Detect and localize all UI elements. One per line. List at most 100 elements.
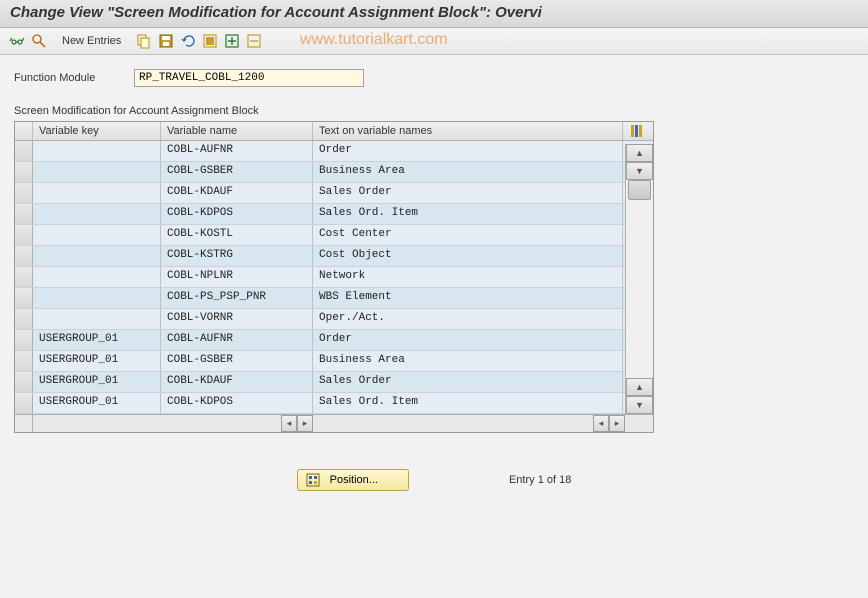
hscroll-left2-icon[interactable]: ◂ <box>593 415 609 432</box>
row-selector[interactable] <box>15 183 33 203</box>
cell-variable-name[interactable]: COBL-KOSTL <box>161 225 313 245</box>
cell-text[interactable]: Sales Ord. Item <box>313 393 623 413</box>
table-row[interactable]: COBL-KOSTLCost Center <box>15 225 653 246</box>
title-bar: Change View "Screen Modification for Acc… <box>0 0 868 28</box>
cell-variable-name[interactable]: COBL-PS_PSP_PNR <box>161 288 313 308</box>
table-row[interactable]: COBL-GSBERBusiness Area <box>15 162 653 183</box>
row-selector[interactable] <box>15 309 33 329</box>
row-selector[interactable] <box>15 162 33 182</box>
cell-variable-name[interactable]: COBL-KSTRG <box>161 246 313 266</box>
row-selector[interactable] <box>15 330 33 350</box>
function-module-input[interactable] <box>134 69 364 87</box>
cell-variable-name[interactable]: COBL-GSBER <box>161 351 313 371</box>
vertical-scrollbar[interactable]: ▲ ▼ ▲ ▼ <box>625 144 653 414</box>
cell-variable-name[interactable]: COBL-AUFNR <box>161 141 313 161</box>
cell-variable-name[interactable]: COBL-GSBER <box>161 162 313 182</box>
table-header: Variable key Variable name Text on varia… <box>15 122 653 141</box>
cell-variable-key[interactable] <box>33 183 161 203</box>
cell-variable-key[interactable] <box>33 246 161 266</box>
cell-text[interactable]: Network <box>313 267 623 287</box>
content-area: Function Module Screen Modification for … <box>0 55 868 505</box>
cell-variable-key[interactable] <box>33 204 161 224</box>
table-row[interactable]: COBL-PS_PSP_PNRWBS Element <box>15 288 653 309</box>
scroll-down-icon[interactable]: ▼ <box>626 162 653 180</box>
col-variable-key[interactable]: Variable key <box>33 122 161 140</box>
glasses-icon[interactable] <box>8 32 26 50</box>
hscroll-right2-icon[interactable]: ▸ <box>609 415 625 432</box>
col-variable-name[interactable]: Variable name <box>161 122 313 140</box>
table-row[interactable]: USERGROUP_01COBL-GSBERBusiness Area <box>15 351 653 372</box>
cell-variable-key[interactable] <box>33 288 161 308</box>
table-row[interactable]: COBL-AUFNROrder <box>15 141 653 162</box>
save-icon[interactable] <box>157 32 175 50</box>
cell-text[interactable]: Cost Object <box>313 246 623 266</box>
cell-text[interactable]: Sales Order <box>313 372 623 392</box>
cell-variable-name[interactable]: COBL-KDAUF <box>161 372 313 392</box>
row-selector[interactable] <box>15 288 33 308</box>
cell-text[interactable]: Sales Order <box>313 183 623 203</box>
cell-variable-name[interactable]: COBL-AUFNR <box>161 330 313 350</box>
row-selector[interactable] <box>15 141 33 161</box>
cell-variable-key[interactable]: USERGROUP_01 <box>33 351 161 371</box>
configure-columns-icon[interactable] <box>623 122 651 140</box>
cell-text[interactable]: Business Area <box>313 351 623 371</box>
cell-variable-key[interactable] <box>33 225 161 245</box>
scroll-track[interactable] <box>626 180 653 378</box>
select-all-icon[interactable] <box>201 32 219 50</box>
cell-variable-key[interactable] <box>33 267 161 287</box>
scroll-up-bottom-icon[interactable]: ▲ <box>626 378 653 396</box>
cell-variable-key[interactable]: USERGROUP_01 <box>33 372 161 392</box>
col-text[interactable]: Text on variable names <box>313 122 623 140</box>
select-all-column[interactable] <box>15 122 33 140</box>
table-row[interactable]: COBL-VORNROper./Act. <box>15 309 653 330</box>
cell-text[interactable]: WBS Element <box>313 288 623 308</box>
collapse-icon[interactable] <box>245 32 263 50</box>
table-row[interactable]: COBL-KSTRGCost Object <box>15 246 653 267</box>
cell-variable-key[interactable]: USERGROUP_01 <box>33 393 161 413</box>
new-entries-button[interactable]: New Entries <box>56 33 127 49</box>
table-row[interactable]: COBL-KDPOSSales Ord. Item <box>15 204 653 225</box>
row-selector[interactable] <box>15 372 33 392</box>
scroll-up-icon[interactable]: ▲ <box>626 144 653 162</box>
cell-variable-name[interactable]: COBL-NPLNR <box>161 267 313 287</box>
copy-icon[interactable] <box>135 32 153 50</box>
row-selector[interactable] <box>15 204 33 224</box>
find-icon[interactable] <box>30 32 48 50</box>
position-button[interactable]: Position... <box>297 469 409 491</box>
page-title: Change View "Screen Modification for Acc… <box>10 4 542 21</box>
table-row[interactable]: USERGROUP_01COBL-AUFNROrder <box>15 330 653 351</box>
cell-variable-key[interactable]: USERGROUP_01 <box>33 330 161 350</box>
cell-text[interactable]: Cost Center <box>313 225 623 245</box>
undo-icon[interactable] <box>179 32 197 50</box>
cell-variable-name[interactable]: COBL-VORNR <box>161 309 313 329</box>
row-selector[interactable] <box>15 225 33 245</box>
scroll-thumb[interactable] <box>628 180 651 200</box>
cell-text[interactable]: Business Area <box>313 162 623 182</box>
table-title: Screen Modification for Account Assignme… <box>14 105 854 117</box>
table-row[interactable]: USERGROUP_01COBL-KDPOSSales Ord. Item <box>15 393 653 414</box>
hscroll-left-icon[interactable]: ◂ <box>281 415 297 432</box>
cell-text[interactable]: Sales Ord. Item <box>313 204 623 224</box>
table-row[interactable]: COBL-NPLNRNetwork <box>15 267 653 288</box>
row-selector[interactable] <box>15 267 33 287</box>
row-selector[interactable] <box>15 393 33 413</box>
table-row[interactable]: COBL-KDAUFSales Order <box>15 183 653 204</box>
cell-variable-key[interactable] <box>33 162 161 182</box>
table-body: COBL-AUFNROrderCOBL-GSBERBusiness AreaCO… <box>15 141 653 414</box>
row-selector[interactable] <box>15 351 33 371</box>
expand-icon[interactable] <box>223 32 241 50</box>
cell-variable-key[interactable] <box>33 309 161 329</box>
cell-variable-name[interactable]: COBL-KDPOS <box>161 393 313 413</box>
scroll-down-bottom-icon[interactable]: ▼ <box>626 396 653 414</box>
table-row[interactable]: USERGROUP_01COBL-KDAUFSales Order <box>15 372 653 393</box>
cell-variable-name[interactable]: COBL-KDAUF <box>161 183 313 203</box>
hscroll-right-icon[interactable]: ▸ <box>297 415 313 432</box>
cell-variable-name[interactable]: COBL-KDPOS <box>161 204 313 224</box>
cell-text[interactable]: Order <box>313 141 623 161</box>
horizontal-scrollbar[interactable]: ◂ ▸ ◂ ▸ <box>15 414 653 432</box>
cell-text[interactable]: Oper./Act. <box>313 309 623 329</box>
cell-variable-key[interactable] <box>33 141 161 161</box>
row-selector[interactable] <box>15 246 33 266</box>
function-module-label: Function Module <box>14 72 134 84</box>
cell-text[interactable]: Order <box>313 330 623 350</box>
